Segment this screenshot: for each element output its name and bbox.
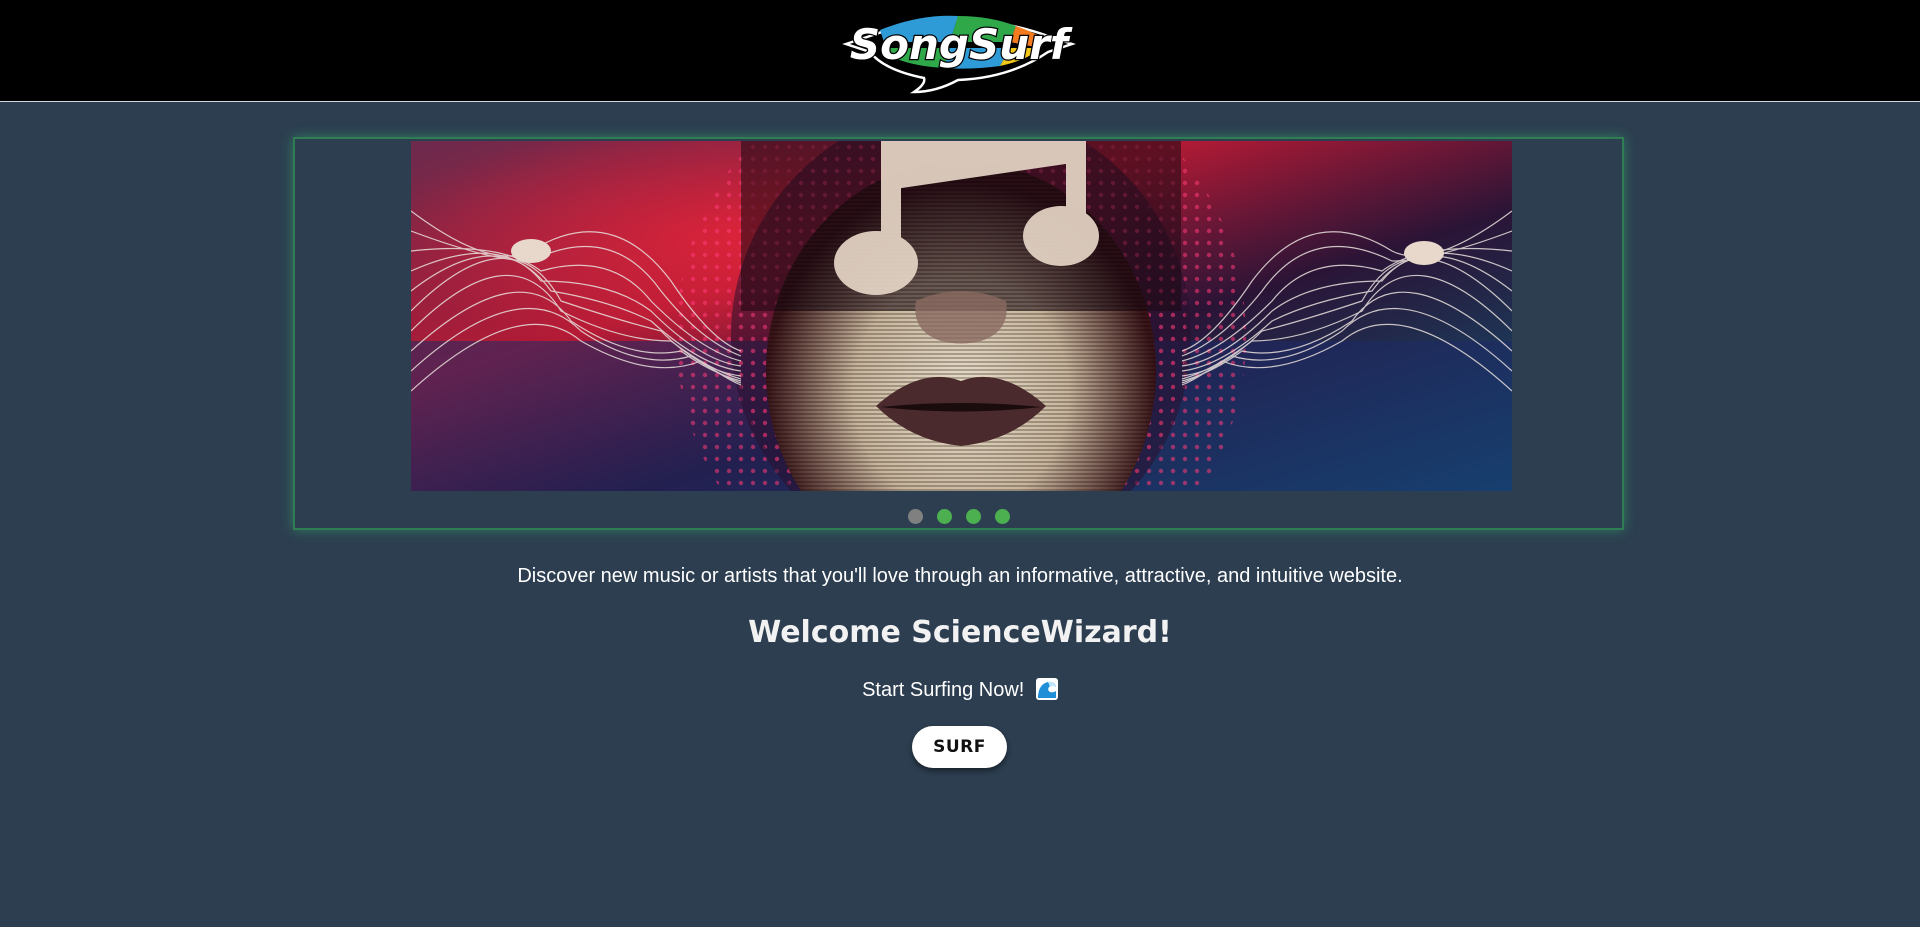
logo-wordmark: SongSurf — [850, 20, 1073, 69]
surf-button[interactable]: SURF — [912, 726, 1007, 768]
start-surfing-line: Start Surfing Now! — [0, 678, 1920, 702]
carousel-dot[interactable] — [965, 509, 981, 524]
wave-emoji-icon — [1035, 678, 1058, 700]
carousel-dot[interactable] — [907, 509, 923, 524]
carousel-dot[interactable] — [936, 509, 952, 524]
carousel-slide-image[interactable] — [411, 141, 1512, 491]
carousel-dot[interactable] — [994, 509, 1010, 524]
image-carousel — [293, 137, 1624, 530]
carousel-dots — [295, 509, 1622, 527]
site-tagline: Discover new music or artists that you'l… — [517, 565, 1403, 587]
songsurf-logo[interactable]: SongSurf — [840, 8, 1078, 94]
start-surfing-text: Start Surfing Now! — [862, 679, 1025, 701]
music-face-artwork — [411, 141, 1512, 491]
welcome-heading: Welcome ScienceWizard! — [748, 615, 1172, 650]
site-header: SongSurf — [0, 0, 1920, 102]
